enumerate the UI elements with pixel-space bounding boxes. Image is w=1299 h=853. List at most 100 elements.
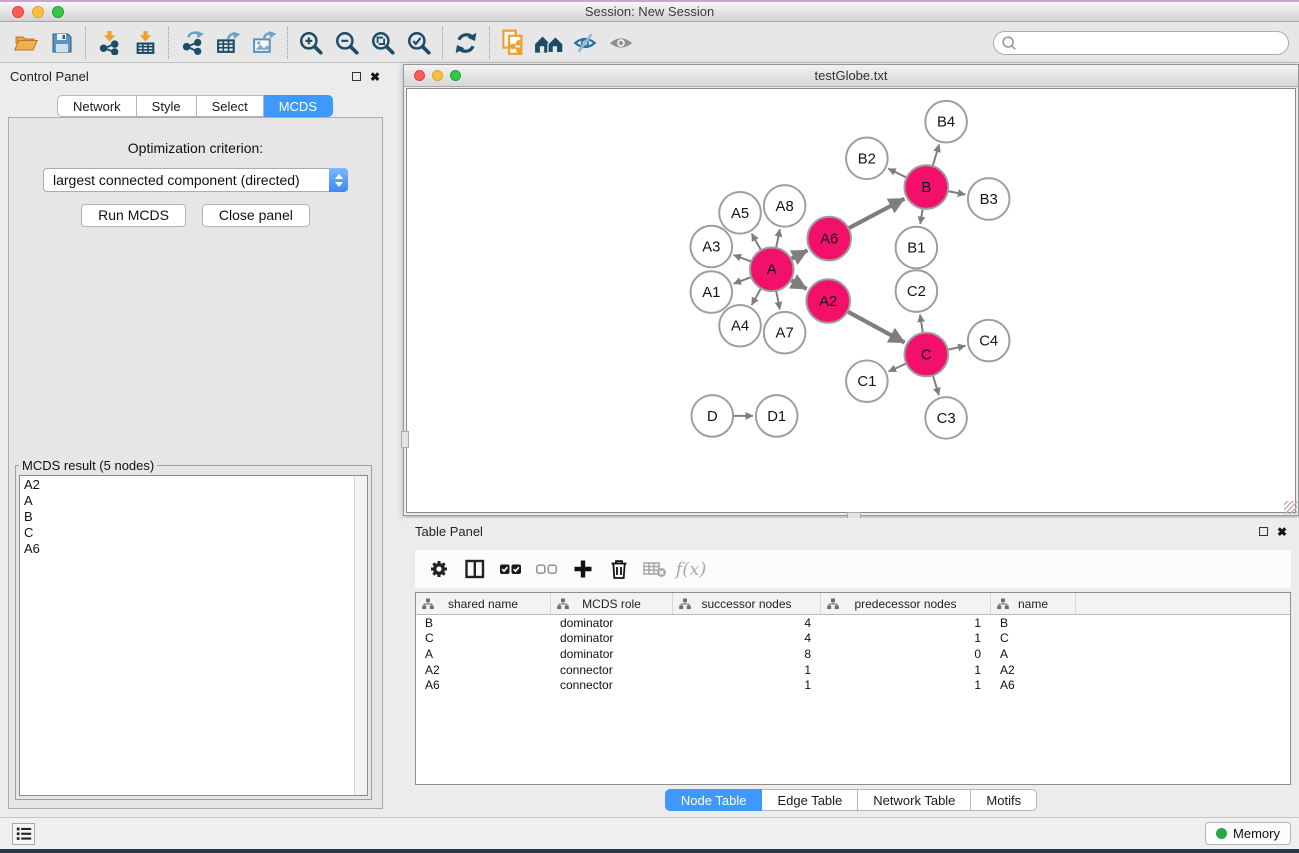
import-table-button[interactable]	[127, 26, 163, 60]
search-box[interactable]	[993, 31, 1289, 55]
new-network-from-selection-button[interactable]	[495, 26, 531, 60]
graph-edge-B-B4[interactable]	[932, 144, 939, 168]
zoom-fit-button[interactable]	[365, 26, 401, 60]
table-cell[interactable]: 1	[821, 616, 991, 630]
select-all-button[interactable]	[495, 553, 527, 585]
table-cell[interactable]: dominator	[551, 647, 673, 661]
close-table-panel-icon[interactable]: ✖	[1277, 527, 1287, 537]
show-all-button[interactable]	[603, 26, 639, 60]
table-cell[interactable]: 1	[821, 678, 991, 692]
table-cell[interactable]: 0	[821, 647, 991, 661]
graph-edge-A-A4[interactable]	[752, 287, 762, 306]
column-header-predecessor-nodes[interactable]: predecessor nodes	[821, 593, 991, 614]
hide-selected-button[interactable]	[567, 26, 603, 60]
table-cell[interactable]: B	[416, 616, 551, 630]
zoom-selected-button[interactable]	[401, 26, 437, 60]
table-cell[interactable]: A	[416, 647, 551, 661]
table-cell[interactable]: 4	[673, 631, 821, 645]
search-input[interactable]	[1018, 33, 1288, 53]
export-table-button[interactable]	[210, 26, 246, 60]
save-session-button[interactable]	[44, 26, 80, 60]
float-table-panel-icon[interactable]	[1259, 527, 1268, 536]
first-neighbors-button[interactable]	[531, 26, 567, 60]
graph-edge-C-C1[interactable]	[889, 363, 909, 372]
graph-edge-B-B2[interactable]	[888, 169, 908, 179]
table-cell[interactable]: C	[991, 631, 1076, 645]
column-header-MCDS-role[interactable]: MCDS role	[551, 593, 673, 614]
task-history-button[interactable]	[12, 823, 35, 845]
optimization-criterion-select[interactable]: largest connected component (directed)	[43, 168, 348, 192]
column-header-shared-name[interactable]: shared name	[416, 593, 551, 614]
table-cell[interactable]: 8	[673, 647, 821, 661]
table-cell[interactable]: dominator	[551, 616, 673, 630]
graph-edge-A-A6[interactable]	[789, 250, 807, 260]
import-network-button[interactable]	[91, 26, 127, 60]
tab-edge-table[interactable]: Edge Table	[762, 789, 858, 811]
tab-style[interactable]: Style	[137, 95, 197, 117]
left-divider-grip[interactable]	[401, 431, 409, 448]
tab-network[interactable]: Network	[57, 95, 137, 117]
list-scrollbar[interactable]	[354, 476, 367, 795]
mcds-result-item[interactable]: A2	[20, 476, 367, 492]
network-graph[interactable]: B4B2BB3A5A8A6A3AB1A1A2C2A4A7C4CC1DD1C3	[407, 89, 1295, 512]
table-cell[interactable]: A2	[991, 663, 1076, 677]
tab-network-table[interactable]: Network Table	[858, 789, 971, 811]
mcds-result-list[interactable]: A2ABCA6	[19, 475, 368, 796]
mcds-result-item[interactable]: B	[20, 508, 367, 524]
network-canvas[interactable]: B4B2BB3A5A8A6A3AB1A1A2C2A4A7C4CC1DD1C3	[406, 88, 1296, 513]
table-row[interactable]: A6connector11A6	[416, 677, 1290, 693]
table-cell[interactable]: connector	[551, 663, 673, 677]
zoom-in-button[interactable]	[293, 26, 329, 60]
graph-edge-C-C2[interactable]	[920, 315, 923, 335]
tab-motifs[interactable]: Motifs	[971, 789, 1037, 811]
refresh-layout-button[interactable]	[448, 26, 484, 60]
table-cell[interactable]: 1	[821, 631, 991, 645]
table-row[interactable]: Cdominator41C	[416, 631, 1290, 647]
run-mcds-button[interactable]: Run MCDS	[81, 204, 186, 227]
show-columns-button[interactable]	[459, 553, 491, 585]
tab-select[interactable]: Select	[197, 95, 264, 117]
graph-edge-A-A1[interactable]	[734, 276, 754, 283]
network-window-titlebar[interactable]: testGlobe.txt	[404, 65, 1298, 87]
table-row[interactable]: Adominator80A	[416, 646, 1290, 662]
graph-edge-A-A8[interactable]	[776, 229, 780, 250]
table-cell[interactable]: 4	[673, 616, 821, 630]
open-session-button[interactable]	[8, 26, 44, 60]
table-cell[interactable]: B	[991, 616, 1076, 630]
graph-edge-A-A2[interactable]	[789, 279, 807, 289]
resize-grip[interactable]	[1284, 501, 1297, 514]
delete-button[interactable]	[603, 553, 635, 585]
graph-edge-A2-C[interactable]	[846, 311, 905, 343]
table-row[interactable]: Bdominator41B	[416, 615, 1290, 631]
deselect-all-button[interactable]	[531, 553, 563, 585]
column-header-name[interactable]: name	[991, 593, 1076, 614]
mcds-result-item[interactable]: C	[20, 524, 367, 540]
mcds-result-item[interactable]: A6	[20, 540, 367, 556]
close-panel-button[interactable]: Close panel	[202, 204, 310, 227]
graph-edge-A-A3[interactable]	[734, 255, 754, 262]
memory-button[interactable]: Memory	[1205, 822, 1291, 845]
table-cell[interactable]: A6	[991, 678, 1076, 692]
table-cell[interactable]: A2	[416, 663, 551, 677]
mcds-result-item[interactable]: A	[20, 492, 367, 508]
table-cell[interactable]: dominator	[551, 631, 673, 645]
graph-edge-A-A7[interactable]	[776, 289, 780, 310]
export-image-button[interactable]	[246, 26, 282, 60]
table-cell[interactable]: connector	[551, 678, 673, 692]
graph-edge-A-A5[interactable]	[752, 234, 762, 253]
add-column-button[interactable]	[567, 553, 599, 585]
graph-edge-A6-B[interactable]	[847, 199, 905, 230]
graph-edge-C-C4[interactable]	[946, 346, 966, 350]
titlebar[interactable]: Session: New Session	[0, 2, 1299, 22]
close-panel-icon[interactable]: ✖	[370, 72, 380, 82]
export-network-button[interactable]	[174, 26, 210, 60]
table-settings-button[interactable]	[423, 553, 455, 585]
node-table[interactable]: shared nameMCDS rolesuccessor nodesprede…	[415, 592, 1291, 785]
graph-edge-C-C3[interactable]	[932, 373, 939, 395]
column-header-successor-nodes[interactable]: successor nodes	[673, 593, 821, 614]
table-cell[interactable]: A6	[416, 678, 551, 692]
table-cell[interactable]: 1	[673, 678, 821, 692]
zoom-out-button[interactable]	[329, 26, 365, 60]
float-panel-icon[interactable]	[352, 72, 361, 81]
table-cell[interactable]: 1	[673, 663, 821, 677]
